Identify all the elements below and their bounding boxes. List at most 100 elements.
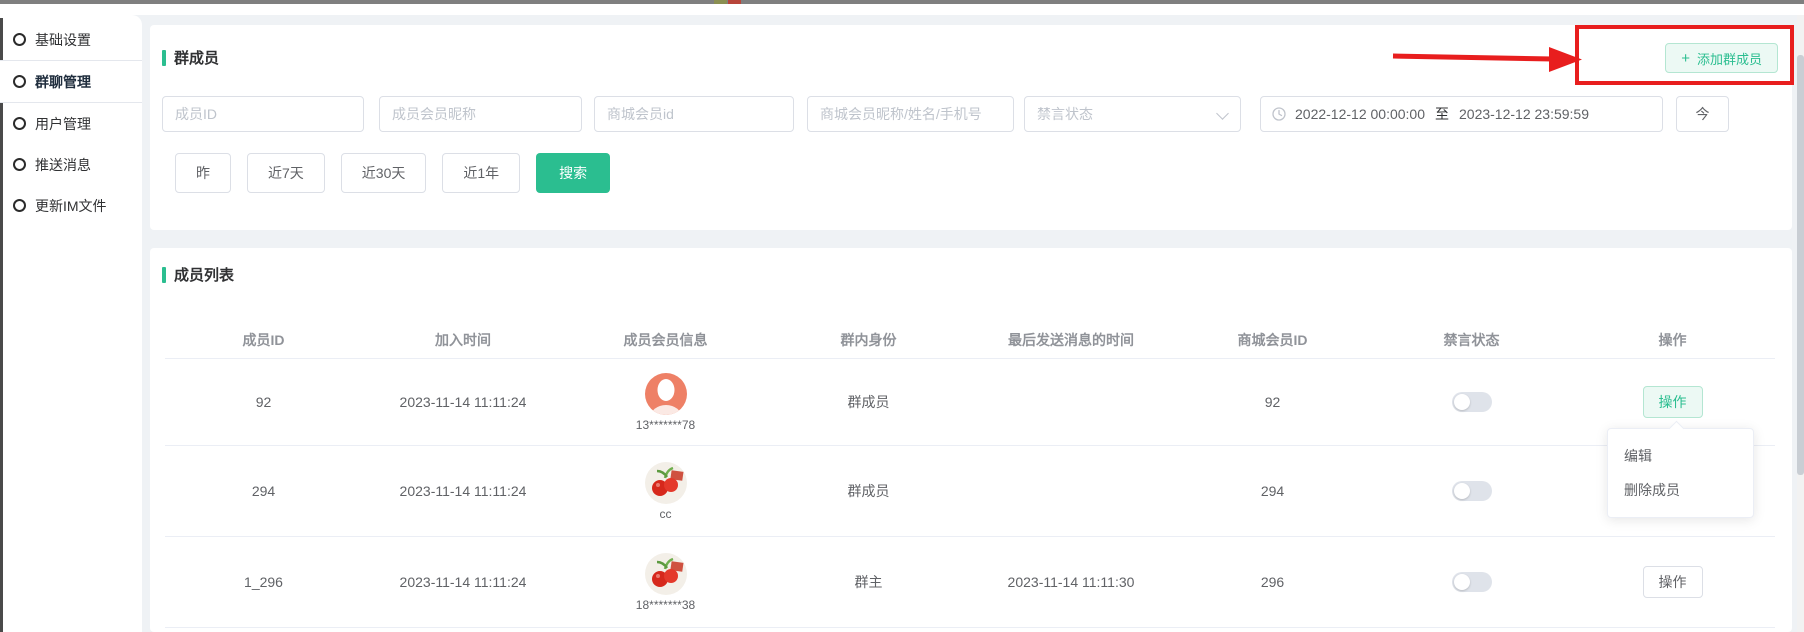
cell-mall-member-id: 294 <box>1172 446 1373 537</box>
cell-member-id: 294 <box>165 446 362 537</box>
cell-actions: 操作 <box>1570 537 1775 628</box>
sidebar-item-label: 推送消息 <box>35 155 91 175</box>
mall-member-info-input[interactable] <box>807 96 1014 132</box>
mute-status-placeholder: 禁言状态 <box>1037 104 1093 124</box>
member-avatar <box>645 373 687 415</box>
member-list-card: 成员列表 成员ID 加入时间 成员会员信息 群内身份 最后发送消息的时间 商城会… <box>150 248 1792 632</box>
cell-member-id: 1_296 <box>165 537 362 628</box>
cell-member-info: 13*******78 <box>564 359 767 446</box>
row-action-button[interactable]: 操作 <box>1643 566 1703 598</box>
date-separator: 至 <box>1435 104 1449 124</box>
cell-join-time: 2023-11-14 11:11:24 <box>362 537 564 628</box>
green-bar-icon <box>162 50 166 66</box>
cell-member-info: cc <box>564 446 767 537</box>
col-actions: 操作 <box>1570 322 1775 359</box>
cell-mall-member-id: 92 <box>1172 359 1373 446</box>
search-button[interactable]: 搜索 <box>536 153 610 193</box>
last-7-days-button[interactable]: 近7天 <box>247 153 325 193</box>
sidebar-item-update-im-files[interactable]: 更新IM文件 <box>0 185 142 226</box>
circle-icon <box>13 33 26 46</box>
mute-toggle[interactable] <box>1452 572 1492 592</box>
col-mute-status: 禁言状态 <box>1373 322 1570 359</box>
section-title-text: 成员列表 <box>174 264 234 285</box>
circle-icon <box>13 199 26 212</box>
cell-mute-status <box>1373 446 1570 537</box>
dropdown-item-delete-member[interactable]: 删除成员 <box>1608 473 1753 507</box>
col-mall-member-id: 商城会员ID <box>1172 322 1373 359</box>
member-name: cc <box>660 507 672 521</box>
plus-icon: + <box>1681 51 1690 66</box>
row-action-button[interactable]: 操作 <box>1643 386 1703 418</box>
sidebar-item-push-messages[interactable]: 推送消息 <box>0 144 142 185</box>
sidebar-item-user-management[interactable]: 用户管理 <box>0 103 142 144</box>
table-row: 92 2023-11-14 11:11:24 13*******78 群成员 <box>165 359 1775 446</box>
last-30-days-button[interactable]: 近30天 <box>341 153 427 193</box>
col-last-message-time: 最后发送消息的时间 <box>970 322 1172 359</box>
quick-date-buttons: 昨 近7天 近30天 近1年 搜索 <box>175 153 610 193</box>
group-chat-admin-screen: 基础设置 群聊管理 用户管理 推送消息 更新IM文件 群成员 <box>0 0 1804 632</box>
toggle-knob <box>1454 483 1470 499</box>
cell-mute-status <box>1373 537 1570 628</box>
circle-icon <box>13 75 26 88</box>
table-row: 1_296 2023-11-14 11:11:24 18*******38 群主… <box>165 537 1775 628</box>
green-bar-icon <box>162 267 166 283</box>
cell-last-message-time <box>970 446 1172 537</box>
cell-last-message-time: 2023-11-14 11:11:30 <box>970 537 1172 628</box>
filter-row: 禁言状态 2022-12-12 00:00:00 至 2023-12-12 23… <box>162 96 1729 132</box>
section-title-member-list: 成员列表 <box>150 248 1792 285</box>
table-row: 294 2023-11-14 11:11:24 cc 群成员 29 <box>165 446 1775 537</box>
browser-chip-red <box>728 0 741 4</box>
date-start-value: 2022-12-12 00:00:00 <box>1295 106 1425 122</box>
member-name: 13*******78 <box>636 418 695 432</box>
member-id-input[interactable] <box>162 96 364 132</box>
person-icon <box>645 373 687 415</box>
mute-status-select[interactable]: 禁言状态 <box>1024 96 1241 132</box>
yesterday-button[interactable]: 昨 <box>175 153 231 193</box>
cell-member-info: 18*******38 <box>564 537 767 628</box>
table-header-row: 成员ID 加入时间 成员会员信息 群内身份 最后发送消息的时间 商城会员ID 禁… <box>165 322 1775 359</box>
member-nickname-input[interactable] <box>379 96 582 132</box>
scrollbar-track[interactable] <box>1797 15 1804 632</box>
cell-mute-status <box>1373 359 1570 446</box>
clock-icon <box>1272 107 1286 121</box>
browser-chip-olive <box>714 0 727 4</box>
col-join-time: 加入时间 <box>362 322 564 359</box>
circle-icon <box>13 117 26 130</box>
cell-member-id: 92 <box>165 359 362 446</box>
circle-icon <box>13 158 26 171</box>
add-group-member-button[interactable]: + 添加群成员 <box>1665 43 1778 73</box>
mute-toggle[interactable] <box>1452 481 1492 501</box>
cell-group-role: 群成员 <box>767 359 970 446</box>
dropdown-item-edit[interactable]: 编辑 <box>1608 439 1753 473</box>
date-end-value: 2023-12-12 23:59:59 <box>1459 106 1589 122</box>
section-title-text: 群成员 <box>174 47 219 68</box>
mall-member-id-input[interactable] <box>594 96 794 132</box>
sidebar-item-label: 用户管理 <box>35 114 91 134</box>
toggle-knob <box>1454 574 1470 590</box>
scrollbar-thumb[interactable] <box>1797 55 1804 475</box>
add-group-member-label: 添加群成员 <box>1697 49 1762 68</box>
sidebar-item-group-chat-management[interactable]: 群聊管理 <box>0 60 142 103</box>
top-white-strip <box>0 4 1804 15</box>
cherries-icon <box>645 462 687 504</box>
sidebar-item-label: 更新IM文件 <box>35 196 107 216</box>
cell-mall-member-id: 296 <box>1172 537 1373 628</box>
chevron-down-icon <box>1216 107 1229 120</box>
cell-join-time: 2023-11-14 11:11:24 <box>362 359 564 446</box>
section-title-group-members: 群成员 <box>150 25 1792 68</box>
date-range-picker[interactable]: 2022-12-12 00:00:00 至 2023-12-12 23:59:5… <box>1260 96 1663 132</box>
mute-toggle[interactable] <box>1452 392 1492 412</box>
toggle-knob <box>1454 394 1470 410</box>
last-1-year-button[interactable]: 近1年 <box>442 153 520 193</box>
cell-join-time: 2023-11-14 11:11:24 <box>362 446 564 537</box>
today-button[interactable]: 今 <box>1676 96 1729 132</box>
sidebar-item-label: 基础设置 <box>35 30 91 50</box>
cherries-icon <box>645 553 687 595</box>
sidebar: 基础设置 群聊管理 用户管理 推送消息 更新IM文件 <box>0 15 142 632</box>
col-member-id: 成员ID <box>165 322 362 359</box>
cell-last-message-time <box>970 359 1172 446</box>
cell-group-role: 群成员 <box>767 446 970 537</box>
col-group-role: 群内身份 <box>767 322 970 359</box>
col-member-info: 成员会员信息 <box>564 322 767 359</box>
sidebar-item-basic-settings[interactable]: 基础设置 <box>0 19 142 60</box>
